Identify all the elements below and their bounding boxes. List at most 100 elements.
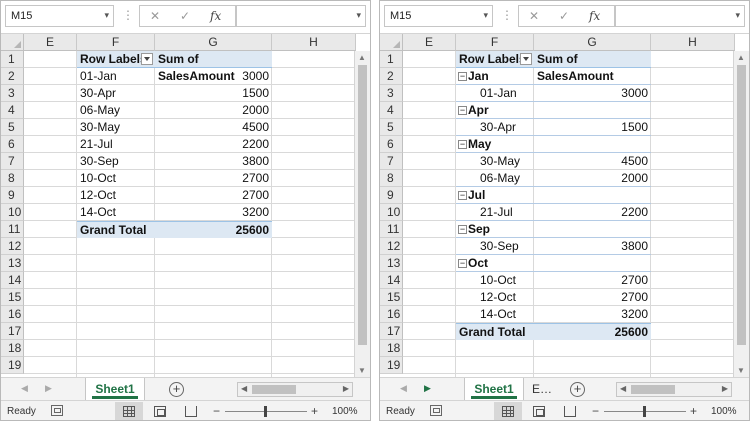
row-header[interactable]: 7 <box>1 153 24 170</box>
column-header-g[interactable]: G <box>155 34 272 51</box>
row-header[interactable]: 15 <box>1 289 24 306</box>
row-header[interactable]: 6 <box>1 136 24 153</box>
row-header[interactable]: 10 <box>1 204 24 221</box>
scrollbar-thumb[interactable] <box>737 65 746 345</box>
row-header[interactable]: 11 <box>1 221 24 238</box>
pivot-row-value[interactable]: 4500 <box>155 119 272 136</box>
tab-scroll-left-icon[interactable]: ◀ <box>400 383 407 394</box>
column-header-e[interactable]: E <box>403 34 456 51</box>
normal-view-button[interactable] <box>115 402 143 420</box>
zoom-level[interactable]: 100% <box>711 406 737 417</box>
pivot-row-label[interactable]: 12-Oct <box>80 187 116 204</box>
row-header[interactable]: 1 <box>380 51 403 68</box>
pivot-header-values[interactable]: Sum of SalesAmount <box>534 51 651 83</box>
row-header[interactable]: 1 <box>1 51 24 68</box>
chevron-down-icon[interactable]: ▾ <box>735 10 740 21</box>
pivot-row-label[interactable]: 30-May <box>480 153 520 170</box>
sheet-grid[interactable]: E F G H 1 2 3 4 5 6 7 8 9 10 11 12 13 14… <box>380 34 749 377</box>
pivot-row-value[interactable]: 2700 <box>155 187 272 204</box>
pivot-row-value[interactable]: 2700 <box>534 289 651 306</box>
column-header-h[interactable]: H <box>272 34 356 51</box>
row-header[interactable]: 4 <box>1 102 24 119</box>
checkmark-icon[interactable]: ✓ <box>180 9 190 23</box>
pivot-group-row[interactable]: − Apr <box>458 102 489 119</box>
pivot-grand-total-value[interactable]: 25600 <box>155 221 272 238</box>
sheet-grid[interactable]: E F G H 1 2 3 4 5 6 7 8 9 10 11 12 13 14… <box>1 34 370 377</box>
horizontal-scrollbar[interactable]: ◀ ▶ <box>616 382 732 397</box>
pivot-grand-total-value[interactable]: 25600 <box>534 323 651 340</box>
pivot-group-row[interactable]: − Sep <box>458 221 490 238</box>
scroll-up-icon[interactable]: ▲ <box>358 53 366 62</box>
row-header[interactable]: 13 <box>1 255 24 272</box>
pivot-row-value[interactable]: 2700 <box>155 170 272 187</box>
pivot-header-row-labels[interactable]: Row Labels <box>456 51 534 68</box>
row-header[interactable]: 2 <box>1 68 24 85</box>
pivot-grand-total-label[interactable]: Grand Total <box>77 221 155 238</box>
scroll-down-icon[interactable]: ▼ <box>737 366 745 375</box>
pivot-row-label[interactable]: 21-Jul <box>480 204 513 221</box>
row-header[interactable]: 9 <box>1 187 24 204</box>
chevron-down-icon[interactable]: ▾ <box>356 10 361 21</box>
pivot-row-value[interactable]: 3000 <box>155 68 272 85</box>
row-header[interactable]: 3 <box>380 85 403 102</box>
pivot-group-row[interactable]: − Jan <box>458 68 489 85</box>
pivot-row-value[interactable]: 3200 <box>155 204 272 221</box>
pivot-row-label[interactable]: 01-Jan <box>480 85 517 102</box>
pivot-grand-total-label[interactable]: Grand Total <box>456 323 534 340</box>
formula-input[interactable]: ▾ <box>236 5 366 27</box>
pivot-row-value[interactable]: 3800 <box>155 153 272 170</box>
row-header[interactable]: 17 <box>1 323 24 340</box>
pivot-row-value[interactable]: 3000 <box>534 85 651 102</box>
page-layout-view-button[interactable] <box>146 402 174 420</box>
collapse-icon[interactable]: − <box>458 225 467 234</box>
column-header-f[interactable]: F <box>456 34 534 51</box>
pivot-header-row-labels[interactable]: Row Labels <box>77 51 155 68</box>
page-break-view-button[interactable] <box>556 402 584 420</box>
scroll-down-icon[interactable]: ▼ <box>358 366 366 375</box>
scroll-left-icon[interactable]: ◀ <box>620 384 626 393</box>
pivot-row-value[interactable]: 2000 <box>155 102 272 119</box>
page-layout-view-button[interactable] <box>525 402 553 420</box>
tab-sheet1[interactable]: Sheet1 <box>85 378 145 401</box>
row-header[interactable]: 18 <box>380 340 403 357</box>
column-header-f[interactable]: F <box>77 34 155 51</box>
scroll-up-icon[interactable]: ▲ <box>737 53 745 62</box>
row-header[interactable]: 9 <box>380 187 403 204</box>
pivot-group-row[interactable]: − May <box>458 136 491 153</box>
name-box[interactable]: M15 ▾ <box>384 5 493 27</box>
column-header-g[interactable]: G <box>534 34 651 51</box>
close-icon[interactable]: ✕ <box>529 9 539 23</box>
tab-scroll-left-icon[interactable]: ◀ <box>21 383 28 394</box>
row-header[interactable]: 3 <box>1 85 24 102</box>
pivot-row-label[interactable]: 10-Oct <box>480 272 516 289</box>
zoom-in-button[interactable]: + <box>311 404 318 418</box>
page-break-view-button[interactable] <box>177 402 205 420</box>
scroll-right-icon[interactable]: ▶ <box>343 384 349 393</box>
zoom-out-button[interactable]: − <box>213 404 220 418</box>
tab-scroll-right-icon[interactable]: ▶ <box>424 383 431 394</box>
column-header-h[interactable]: H <box>651 34 735 51</box>
row-header[interactable]: 4 <box>380 102 403 119</box>
vertical-scrollbar[interactable]: ▲ ▼ <box>733 51 749 377</box>
collapse-icon[interactable]: − <box>458 72 467 81</box>
tab-other-sheet[interactable]: E… <box>532 378 552 401</box>
pivot-row-value[interactable]: 2200 <box>155 136 272 153</box>
zoom-level[interactable]: 100% <box>332 406 358 417</box>
vertical-scrollbar[interactable]: ▲ ▼ <box>354 51 370 377</box>
select-all-corner[interactable] <box>1 34 24 51</box>
zoom-in-button[interactable]: + <box>690 404 697 418</box>
pivot-row-value[interactable]: 1500 <box>534 119 651 136</box>
pivot-row-label[interactable]: 30-Apr <box>480 119 516 136</box>
tab-scroll-right-icon[interactable]: ▶ <box>45 383 52 394</box>
pivot-row-label[interactable]: 14-Oct <box>80 204 116 221</box>
select-all-corner[interactable] <box>380 34 403 51</box>
horizontal-scrollbar[interactable]: ◀ ▶ <box>237 382 353 397</box>
row-header[interactable]: 15 <box>380 289 403 306</box>
row-header[interactable]: 7 <box>380 153 403 170</box>
zoom-slider-thumb[interactable] <box>643 406 646 417</box>
pivot-row-value[interactable]: 3200 <box>534 306 651 323</box>
pivot-row-value[interactable]: 3800 <box>534 238 651 255</box>
function-icon[interactable]: fx <box>589 9 600 23</box>
plus-circle-icon[interactable]: + <box>169 382 184 397</box>
collapse-icon[interactable]: − <box>458 140 467 149</box>
